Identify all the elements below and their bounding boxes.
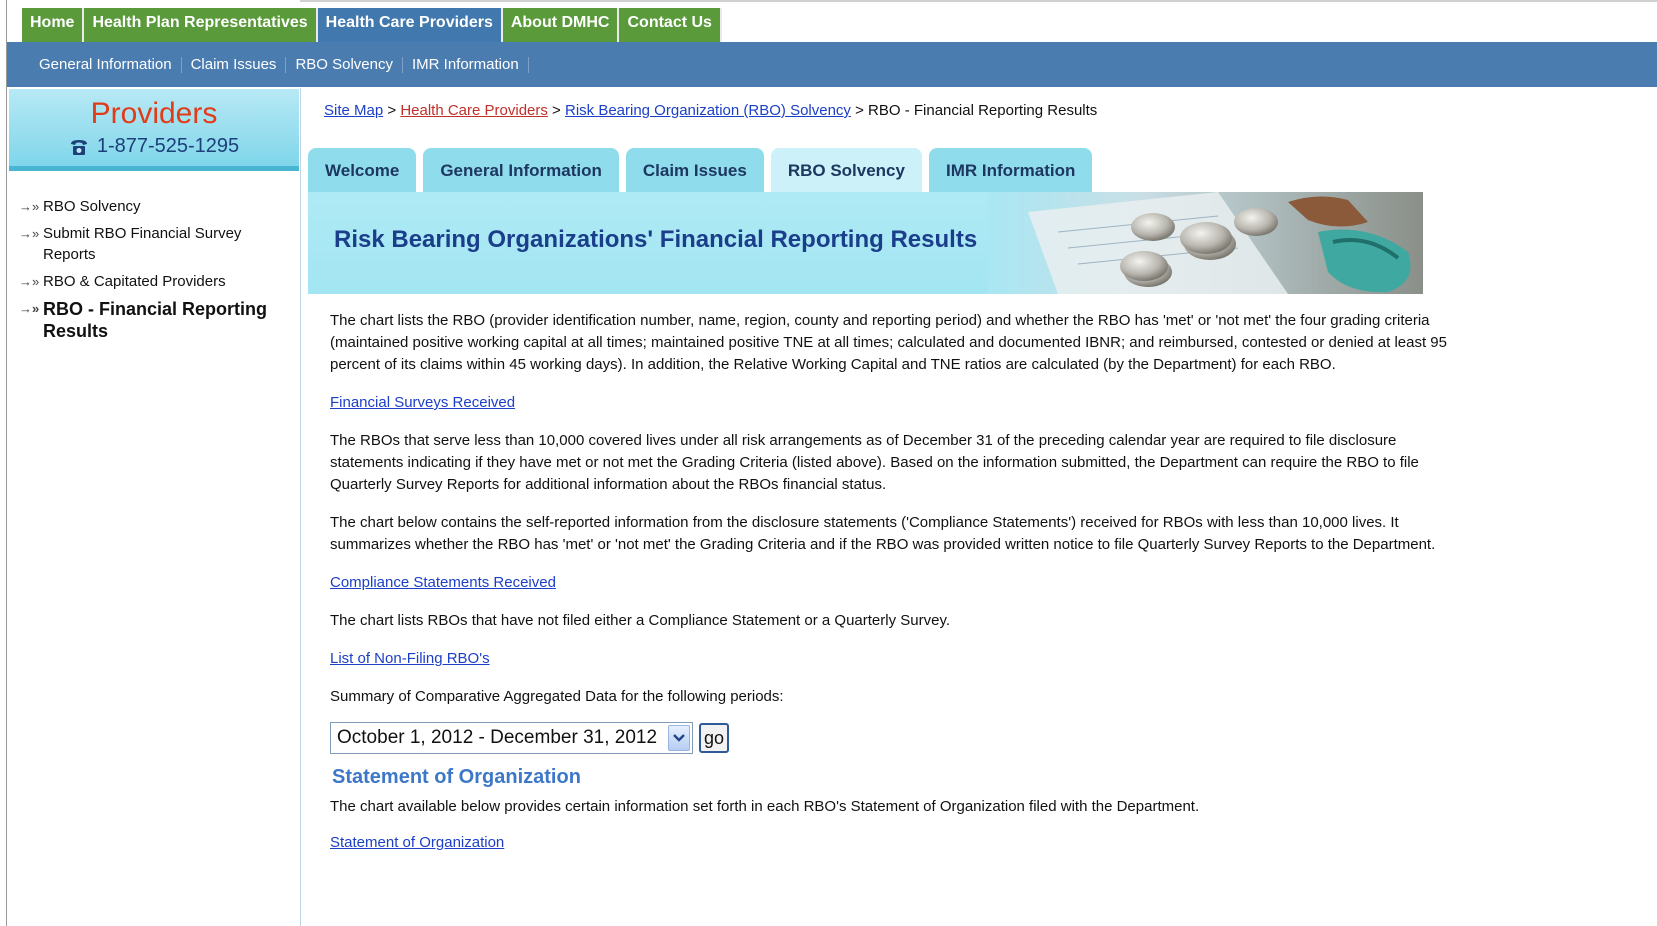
sub-nav: General Information Claim Issues RBO Sol… [7, 42, 1657, 87]
sidebar-item-rbo-solvency[interactable]: →» RBO Solvency [19, 196, 289, 217]
tab-imr-information[interactable]: IMR Information [928, 148, 1093, 194]
period-select[interactable]: October 1, 2012 - December 31, 2012 [330, 722, 693, 754]
double-arrow-icon: →» [19, 226, 40, 241]
sidebar-links: →» RBO Solvency →» Submit RBO Financial … [19, 196, 289, 348]
sidebar-item-label: RBO - Financial Reporting Results [43, 299, 268, 341]
breadcrumb-rbo-solvency[interactable]: Risk Bearing Organization (RBO) Solvency [565, 102, 851, 119]
disclosure-paragraph: The RBOs that serve less than 10,000 cov… [330, 432, 1419, 493]
go-button[interactable]: go [699, 723, 730, 753]
section-tabs: Welcome General Information Claim Issues… [308, 148, 1099, 194]
top-nav-about-dmhc[interactable]: About DMHC [502, 8, 620, 42]
sidebar-title: Providers [90, 97, 218, 130]
sidebar-item-label: RBO & Capitated Providers [43, 273, 226, 290]
sidebar-item-rbo-financial-reporting-results[interactable]: →» RBO - Financial Reporting Results [19, 298, 289, 342]
breadcrumb-health-care-providers[interactable]: Health Care Providers [400, 102, 548, 119]
phone-icon [70, 139, 87, 155]
tab-claim-issues[interactable]: Claim Issues [625, 148, 764, 194]
sidebar-item-label: RBO Solvency [43, 198, 141, 215]
intro-paragraph: The chart lists the RBO (provider identi… [330, 312, 1447, 373]
non-filing-rbos-link[interactable]: List of Non-Filing RBO's [330, 650, 490, 667]
sub-nav-claim-issues[interactable]: Claim Issues [182, 56, 287, 73]
banner-coins-image [988, 192, 1423, 294]
content-body: The chart lists the RBO (provider identi… [330, 310, 1450, 870]
period-selected-value: October 1, 2012 - December 31, 2012 [337, 727, 658, 748]
period-selector-row: October 1, 2012 - December 31, 2012 go [330, 722, 1450, 754]
double-arrow-icon: →» [19, 274, 40, 289]
breadcrumb-separator: > [387, 102, 397, 119]
tab-welcome[interactable]: Welcome [308, 148, 417, 194]
double-arrow-icon: →» [19, 301, 40, 316]
top-nav-contact-us[interactable]: Contact Us [619, 8, 722, 42]
statement-of-organization-heading: Statement of Organization [332, 766, 581, 788]
compliance-statements-link[interactable]: Compliance Statements Received [330, 574, 556, 591]
top-nav-home[interactable]: Home [22, 8, 85, 42]
statement-of-organization-link[interactable]: Statement of Organization [330, 834, 504, 851]
chevron-down-icon[interactable] [668, 725, 690, 751]
breadcrumb-separator: > [552, 102, 561, 119]
statement-paragraph: The chart available below provides certa… [330, 798, 1200, 815]
sidebar-item-label: Submit RBO Financial Survey Reports [43, 225, 242, 263]
sidebar-item-submit-rbo-financial-survey[interactable]: →» Submit RBO Financial Survey Reports [19, 223, 289, 265]
sidebar-phone: 1-877-525-1295 [69, 135, 239, 158]
double-arrow-icon: →» [19, 199, 40, 214]
breadcrumb-separator: > [855, 102, 864, 119]
breadcrumb-site-map[interactable]: Site Map [324, 102, 383, 119]
provider-box: Providers 1-877-525-1295 [9, 89, 299, 171]
compliance-paragraph: The chart below contains the self-report… [330, 514, 1436, 553]
sidebar: Providers 1-877-525-1295 →» RBO Solvency… [7, 88, 301, 926]
sub-nav-general-information[interactable]: General Information [31, 56, 182, 73]
page-title: Risk Bearing Organizations' Financial Re… [334, 226, 978, 253]
top-nav-health-plan-representatives[interactable]: Health Plan Representatives [84, 8, 318, 42]
top-divider [300, 0, 1657, 2]
tab-general-information[interactable]: General Information [423, 148, 619, 194]
summary-paragraph: Summary of Comparative Aggregated Data f… [330, 688, 784, 705]
breadcrumb: Site Map > Health Care Providers > Risk … [324, 102, 1097, 119]
non-filing-paragraph: The chart lists RBOs that have not filed… [330, 612, 951, 629]
top-nav: Home Health Plan Representatives Health … [22, 8, 722, 42]
sub-nav-rbo-solvency[interactable]: RBO Solvency [286, 56, 403, 73]
sub-nav-imr-information[interactable]: IMR Information [403, 56, 529, 73]
financial-surveys-link[interactable]: Financial Surveys Received [330, 394, 515, 411]
phone-number: 1-877-525-1295 [96, 135, 240, 157]
tab-rbo-solvency[interactable]: RBO Solvency [770, 148, 922, 194]
sidebar-item-rbo-capitated-providers[interactable]: →» RBO & Capitated Providers [19, 271, 289, 292]
page-banner: Risk Bearing Organizations' Financial Re… [308, 192, 1423, 294]
top-nav-health-care-providers[interactable]: Health Care Providers [317, 8, 503, 42]
breadcrumb-current: RBO - Financial Reporting Results [868, 102, 1098, 119]
